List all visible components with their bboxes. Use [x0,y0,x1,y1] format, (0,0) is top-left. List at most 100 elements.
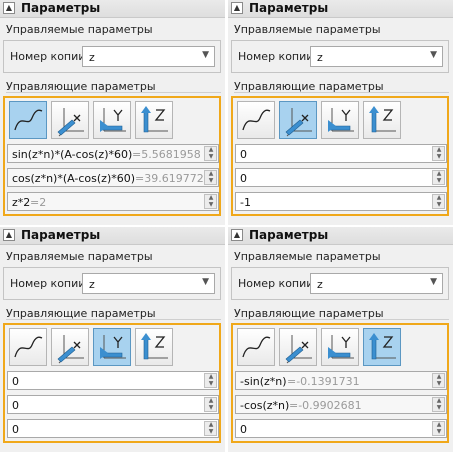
chevron-down-icon[interactable]: ▼ [430,50,437,60]
spin-down-icon[interactable]: ▼ [434,429,444,435]
copy-number-value: z [317,51,323,64]
mode-button-0[interactable] [237,328,275,366]
parameters-panel: ▲ Параметры Управляемые параметры Номер коп… [0,0,225,225]
parameters-panel: ▲ Параметры Управляемые параметры Номер коп… [228,0,453,225]
divider [6,319,221,320]
mode-button-0[interactable] [9,328,47,366]
param-field[interactable]: 0 ▲ ▼ [235,168,447,187]
spin-down-icon[interactable]: ▼ [434,178,444,184]
spin-down-icon[interactable]: ▼ [434,381,444,387]
param-field[interactable]: 0 ▲ ▼ [7,419,219,438]
param-expression[interactable]: -cos(z*n) [240,399,289,412]
param-expression[interactable]: 0 [12,423,19,436]
mode-button-2[interactable] [321,101,359,139]
param-expression[interactable]: 0 [240,172,247,185]
spinner[interactable]: ▲ ▼ [204,421,217,436]
copy-number-label: Номер копии: [238,277,318,290]
spinner[interactable]: ▲ ▼ [204,170,217,185]
panel-title: Параметры [249,1,329,15]
copy-number-select[interactable]: z ▼ [82,273,215,294]
spin-down-icon[interactable]: ▼ [434,405,444,411]
spinner[interactable]: ▲ ▼ [432,373,445,388]
panel-header[interactable]: ▲ Параметры [228,0,453,18]
mode-button-1[interactable] [51,328,89,366]
param-field[interactable]: -cos(z*n) =-0.9902681 ▲ ▼ [235,395,447,414]
param-field[interactable]: 0 ▲ ▼ [235,144,447,163]
param-expression[interactable]: z*2 [12,196,30,209]
copy-number-select[interactable]: z ▼ [82,46,215,67]
mode-button-3[interactable] [363,328,401,366]
copy-number-label: Номер копии: [10,277,90,290]
param-expression[interactable]: 0 [240,423,247,436]
param-expression[interactable]: -sin(z*n) [240,375,287,388]
mode-button-0[interactable] [237,101,275,139]
param-field[interactable]: cos(z*n)*(A-cos(z)*60) =39.6197721 ▲ ▼ [7,168,219,187]
spinner[interactable]: ▲ ▼ [204,194,217,209]
mode-button-1[interactable] [279,101,317,139]
collapse-icon[interactable]: ▲ [231,229,243,241]
spin-down-icon[interactable]: ▼ [206,154,216,160]
parameters-panel: ▲ Параметры Управляемые параметры Номер коп… [228,227,453,452]
mode-button-2[interactable] [93,101,131,139]
panel-title: Параметры [21,228,101,242]
spin-down-icon[interactable]: ▼ [434,154,444,160]
param-expression[interactable]: -1 [240,196,251,209]
spin-down-icon[interactable]: ▼ [434,202,444,208]
spinner[interactable]: ▲ ▼ [204,373,217,388]
copy-number-group: Номер копии: z ▼ [3,40,221,73]
param-field[interactable]: z*2 =2 ▲ ▼ [7,192,219,211]
param-expression[interactable]: cos(z*n)*(A-cos(z)*60) [12,172,135,185]
param-field[interactable]: -sin(z*n) =-0.1391731 ▲ ▼ [235,371,447,390]
managed-params-label: Управляемые параметры [6,250,153,263]
param-expression[interactable]: sin(z*n)*(A-cos(z)*60) [12,148,132,161]
param-result: =39.6197721 [135,172,211,185]
mode-button-0[interactable] [9,101,47,139]
spinner[interactable]: ▲ ▼ [204,146,217,161]
mode-button-2[interactable] [321,328,359,366]
param-result: =-0.9902681 [289,399,362,412]
spinner[interactable]: ▲ ▼ [204,397,217,412]
param-field[interactable]: -1 ▲ ▼ [235,192,447,211]
chevron-down-icon[interactable]: ▼ [202,50,209,60]
collapse-icon[interactable]: ▲ [231,2,243,14]
param-result: =2 [30,196,47,209]
param-field[interactable]: 0 ▲ ▼ [7,395,219,414]
param-field[interactable]: 0 ▲ ▼ [235,419,447,438]
param-field[interactable]: sin(z*n)*(A-cos(z)*60) =5.5681958 ▲ ▼ [7,144,219,163]
collapse-icon[interactable]: ▲ [3,2,15,14]
copy-number-group: Номер копии: z ▼ [3,267,221,300]
managed-params-label: Управляемые параметры [6,23,153,36]
panel-header[interactable]: ▲ Параметры [0,227,225,245]
spin-down-icon[interactable]: ▼ [206,429,216,435]
copy-number-select[interactable]: z ▼ [310,273,443,294]
chevron-down-icon[interactable]: ▼ [202,277,209,287]
spinner[interactable]: ▲ ▼ [432,194,445,209]
divider [234,92,449,93]
spinner[interactable]: ▲ ▼ [432,170,445,185]
param-expression[interactable]: 0 [12,399,19,412]
spinner[interactable]: ▲ ▼ [432,397,445,412]
spin-down-icon[interactable]: ▼ [206,202,216,208]
chevron-down-icon[interactable]: ▼ [430,277,437,287]
spinner[interactable]: ▲ ▼ [432,146,445,161]
param-expression[interactable]: 0 [240,148,247,161]
mode-button-3[interactable] [135,101,173,139]
collapse-icon[interactable]: ▲ [3,229,15,241]
mode-button-1[interactable] [279,328,317,366]
mode-button-3[interactable] [135,328,173,366]
spin-down-icon[interactable]: ▼ [206,381,216,387]
param-expression[interactable]: 0 [12,375,19,388]
panel-header[interactable]: ▲ Параметры [0,0,225,18]
spin-down-icon[interactable]: ▼ [206,178,216,184]
control-params-group: 0 ▲ ▼ 0 ▲ ▼ -1 ▲ ▼ [231,96,449,216]
copy-number-group: Номер копии: z ▼ [231,267,449,300]
panel-header[interactable]: ▲ Параметры [228,227,453,245]
mode-button-3[interactable] [363,101,401,139]
param-field[interactable]: 0 ▲ ▼ [7,371,219,390]
copy-number-select[interactable]: z ▼ [310,46,443,67]
spinner[interactable]: ▲ ▼ [432,421,445,436]
spin-down-icon[interactable]: ▼ [206,405,216,411]
mode-button-1[interactable] [51,101,89,139]
mode-button-2[interactable] [93,328,131,366]
copy-number-value: z [317,278,323,291]
